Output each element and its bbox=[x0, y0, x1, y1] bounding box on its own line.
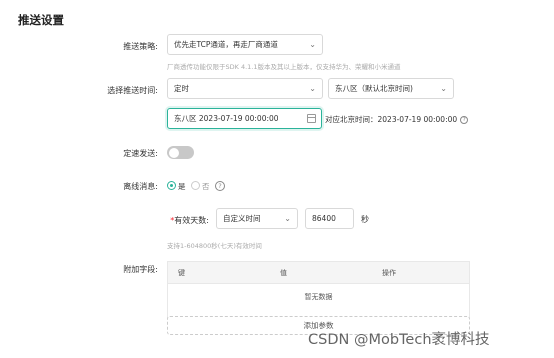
rate-toggle[interactable] bbox=[167, 146, 194, 159]
column-key: 键 bbox=[178, 269, 185, 277]
validity-hint: 支持1-604800秒(七天)有效时间 bbox=[167, 242, 262, 250]
beijing-time-text: 对应北京时间：2023-07-19 00:00:00? bbox=[325, 114, 469, 125]
chevron-down-icon: ⌄ bbox=[309, 40, 316, 49]
empty-text: 暂无数据 bbox=[304, 293, 333, 301]
validity-label: *有效天数: bbox=[170, 215, 209, 226]
toggle-knob bbox=[168, 147, 179, 158]
offline-yes-label[interactable]: 是 bbox=[178, 181, 186, 192]
push-time-mode-select[interactable]: 定时 ⌄ bbox=[167, 78, 323, 99]
strategy-hint: 厂商透传功能仅限于SDK 4.1.1版本及其以上版本，仅支持华为、荣耀和小米通道 bbox=[167, 63, 401, 71]
chevron-down-icon: ⌄ bbox=[284, 214, 291, 223]
datetime-picker[interactable]: 东八区 2023-07-19 00:00:00 bbox=[167, 108, 322, 129]
calendar-icon[interactable] bbox=[307, 114, 316, 123]
table-body: 暂无数据 bbox=[168, 284, 469, 317]
watermark: CSDN @MobTech袤博科技 bbox=[308, 332, 490, 348]
column-actions: 操作 bbox=[382, 269, 396, 277]
help-icon[interactable]: ? bbox=[215, 181, 225, 191]
chevron-down-icon: ⌄ bbox=[309, 84, 316, 93]
offline-no-radio[interactable] bbox=[191, 181, 200, 190]
strategy-label: 推送策略: bbox=[123, 42, 158, 51]
validity-mode-value: 自定义时间 bbox=[223, 214, 261, 223]
column-value: 值 bbox=[280, 269, 287, 277]
validity-unit: 秒 bbox=[361, 215, 369, 224]
push-time-label: 选择推送时间: bbox=[107, 86, 158, 95]
validity-mode-select[interactable]: 自定义时间 ⌄ bbox=[216, 208, 298, 229]
offline-label: 离线消息: bbox=[123, 182, 158, 191]
timezone-select[interactable]: 东八区（默认北京时间) ⌄ bbox=[328, 78, 454, 99]
strategy-select[interactable]: 优先走TCP通道，再走厂商通道 ⌄ bbox=[167, 34, 323, 55]
push-time-mode-value: 定时 bbox=[174, 84, 189, 93]
timezone-select-value: 东八区（默认北京时间) bbox=[335, 84, 413, 93]
offline-no-label[interactable]: 否 bbox=[202, 181, 210, 192]
extra-label: 附加字段: bbox=[123, 265, 158, 274]
table-header: 键 值 操作 bbox=[168, 262, 469, 284]
datetime-picker-value: 东八区 2023-07-19 00:00:00 bbox=[174, 114, 279, 123]
help-icon[interactable]: ? bbox=[460, 116, 469, 124]
extra-fields-table: 键 值 操作 暂无数据 bbox=[167, 261, 470, 318]
offline-yes-radio[interactable] bbox=[167, 181, 176, 190]
validity-seconds-input[interactable]: 86400 bbox=[305, 208, 354, 229]
beijing-time-value: 对应北京时间：2023-07-19 00:00:00 bbox=[325, 115, 458, 124]
strategy-select-value: 优先走TCP通道，再走厂商通道 bbox=[174, 40, 278, 49]
chevron-down-icon: ⌄ bbox=[440, 84, 447, 93]
section-title: 推送设置 bbox=[18, 13, 64, 27]
validity-label-text: 有效天数: bbox=[174, 216, 209, 225]
rate-label: 定速发送: bbox=[123, 149, 158, 158]
